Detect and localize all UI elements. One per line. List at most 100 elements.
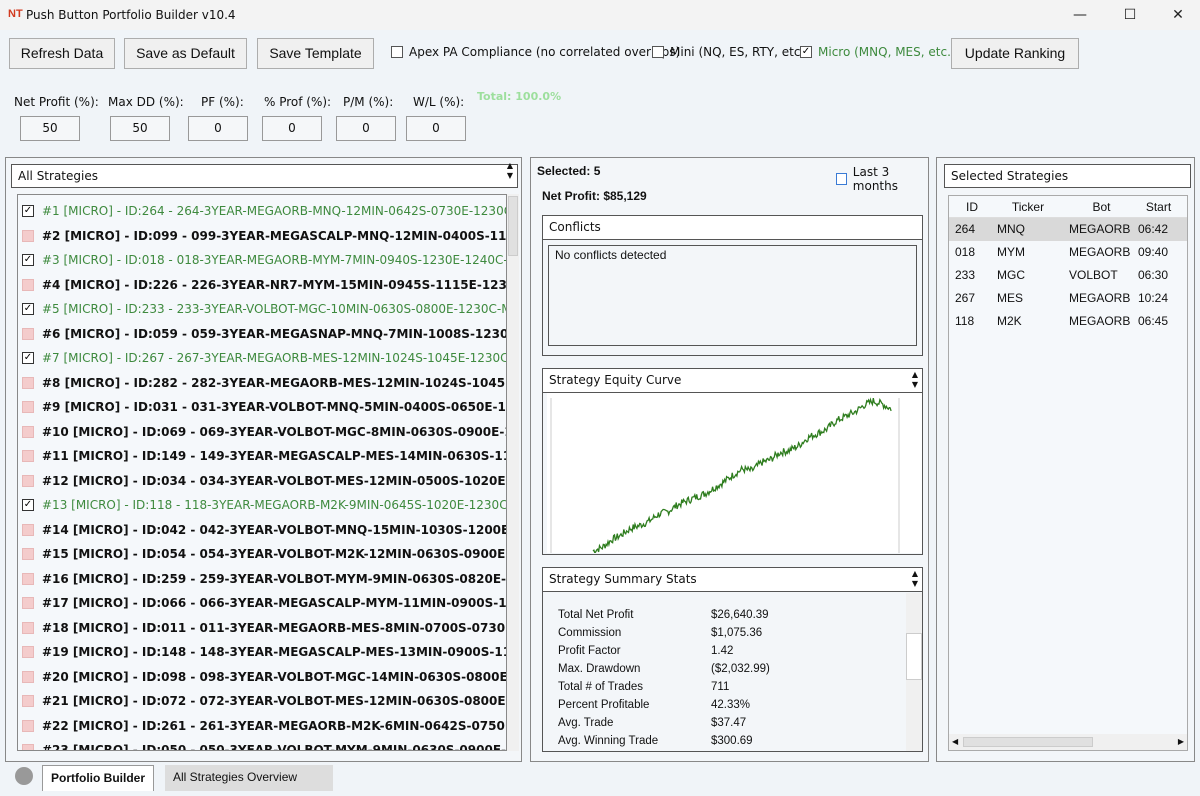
micro-checkbox[interactable]: ✓ Micro (MNQ, MES, etc.) — [800, 45, 956, 59]
strategy-item[interactable]: #20 [MICRO] - ID:098 - 098-3YEAR-VOLBOT-… — [18, 665, 506, 690]
stat-value: $26,640.39 — [711, 609, 769, 621]
strategy-item[interactable]: #8 [MICRO] - ID:282 - 282-3YEAR-MEGAORB-… — [18, 371, 506, 396]
summary-box: Strategy Summary Stats ▲ ▼ Total Net Profi… — [542, 567, 923, 752]
scroll-thumb[interactable] — [963, 737, 1093, 747]
strategy-item[interactable]: #23 [MICRO] - ID:050 - 050-3YEAR-VOLBOT-… — [18, 738, 506, 751]
sort-arrows-icon[interactable]: ▲ ▼ — [507, 161, 513, 181]
checkbox-icon[interactable] — [22, 278, 34, 291]
checkbox-icon[interactable] — [22, 695, 34, 708]
weight-input[interactable]: 0 — [406, 116, 466, 141]
checkbox-icon[interactable] — [22, 597, 34, 610]
strategy-item[interactable]: #22 [MICRO] - ID:261 - 261-3YEAR-MEGAORB… — [18, 714, 506, 739]
strategy-item[interactable]: ✓ #3 [MICRO] - ID:018 - 018-3YEAR-MEGAORB… — [18, 248, 506, 273]
column-header[interactable]: ID — [949, 196, 989, 217]
column-header[interactable]: Start — [1134, 196, 1179, 217]
strategy-item[interactable]: #16 [MICRO] - ID:259 - 259-3YEAR-VOLBOT-… — [18, 567, 506, 592]
check-icon[interactable]: ✓ — [22, 352, 34, 365]
strategy-item[interactable]: #11 [MICRO] - ID:149 - 149-3YEAR-MEGASCA… — [18, 444, 506, 469]
checkbox-icon[interactable] — [22, 523, 34, 536]
strategy-label: #13 [MICRO] - ID:118 - 118-3YEAR-MEGAORB… — [42, 498, 506, 513]
strategy-label: #23 [MICRO] - ID:050 - 050-3YEAR-VOLBOT-… — [42, 743, 506, 751]
apex-checkbox[interactable]: Apex PA Compliance (no correlated overla… — [391, 45, 680, 59]
strategy-item[interactable]: ✓ #7 [MICRO] - ID:267 - 267-3YEAR-MEGAORB… — [18, 346, 506, 371]
strategy-item[interactable]: #15 [MICRO] - ID:054 - 054-3YEAR-VOLBOT-… — [18, 542, 506, 567]
table-row[interactable]: 264 MNQ MEGAORB 06:42 — [949, 218, 1187, 241]
check-icon[interactable]: ✓ — [22, 205, 34, 218]
table-cell: 118 — [955, 314, 975, 328]
tab-portfolio-builder[interactable]: Portfolio Builder — [42, 765, 154, 791]
sort-arrows-icon[interactable]: ▲ ▼ — [912, 569, 918, 589]
scroll-thumb[interactable] — [906, 633, 922, 680]
maximize-button[interactable]: ☐ — [1110, 4, 1150, 26]
checkbox-icon[interactable] — [22, 670, 34, 683]
selected-strategies-panel: Selected Strategies ID Ticker Bot Start 264… — [936, 157, 1195, 762]
checkbox-icon[interactable] — [22, 327, 34, 340]
strategy-item[interactable]: #12 [MICRO] - ID:034 - 034-3YEAR-VOLBOT-… — [18, 469, 506, 494]
strategy-item[interactable]: #4 [MICRO] - ID:226 - 226-3YEAR-NR7-MYM-… — [18, 273, 506, 298]
close-button[interactable]: ✕ — [1158, 4, 1198, 26]
last-3-months-checkbox[interactable]: Last 3 months — [836, 165, 928, 193]
checkbox-icon[interactable] — [22, 548, 34, 561]
mini-checkbox[interactable]: Mini (NQ, ES, RTY, etc.) — [652, 45, 809, 59]
tab-all-strategies-overview[interactable]: All Strategies Overview — [165, 765, 333, 791]
weight-input[interactable]: 50 — [110, 116, 170, 141]
minimize-button[interactable]: — — [1060, 4, 1100, 26]
stats-scrollbar[interactable] — [906, 593, 922, 751]
strategy-item[interactable]: #17 [MICRO] - ID:066 - 066-3YEAR-MEGASCA… — [18, 591, 506, 616]
checkbox-icon[interactable] — [22, 425, 34, 438]
weight-input[interactable]: 0 — [188, 116, 248, 141]
strategy-item[interactable]: #6 [MICRO] - ID:059 - 059-3YEAR-MEGASNAP… — [18, 322, 506, 347]
checkbox-icon[interactable] — [22, 719, 34, 732]
weight-input[interactable]: 0 — [336, 116, 396, 141]
table-cell: 264 — [955, 222, 976, 236]
strategy-label: #6 [MICRO] - ID:059 - 059-3YEAR-MEGASNAP… — [42, 326, 506, 341]
checkbox-icon[interactable] — [22, 744, 34, 750]
table-cell: MES — [997, 291, 1024, 305]
weight-input[interactable]: 50 — [20, 116, 80, 141]
column-header[interactable]: Bot — [1059, 196, 1134, 217]
strategy-label: #21 [MICRO] - ID:072 - 072-3YEAR-VOLBOT-… — [42, 694, 506, 709]
save-default-button[interactable]: Save as Default — [124, 38, 247, 69]
table-row[interactable]: 118 M2K MEGAORB 06:45 — [949, 310, 1187, 333]
scroll-thumb[interactable] — [508, 196, 518, 256]
scroll-right-icon[interactable]: ▶ — [1178, 734, 1184, 750]
mini-label: Mini (NQ, ES, RTY, etc.) — [670, 45, 809, 59]
refresh-data-button[interactable]: Refresh Data — [9, 38, 115, 69]
strategy-item[interactable]: ✓ #13 [MICRO] - ID:118 - 118-3YEAR-MEGAOR… — [18, 493, 506, 518]
stat-value: 1.42 — [711, 645, 734, 657]
strategy-label: #2 [MICRO] - ID:099 - 099-3YEAR-MEGASCAL… — [42, 228, 506, 243]
weight-input[interactable]: 0 — [262, 116, 322, 141]
strategy-item[interactable]: #2 [MICRO] - ID:099 - 099-3YEAR-MEGASCAL… — [18, 224, 506, 249]
list-scrollbar[interactable] — [507, 194, 519, 751]
checkbox-icon[interactable] — [22, 376, 34, 389]
strategy-label: #15 [MICRO] - ID:054 - 054-3YEAR-VOLBOT-… — [42, 547, 506, 562]
strategy-item[interactable]: ✓ #1 [MICRO] - ID:264 - 264-3YEAR-MEGAORB… — [18, 199, 506, 224]
strategy-item[interactable]: #14 [MICRO] - ID:042 - 042-3YEAR-VOLBOT-… — [18, 518, 506, 543]
checkbox-icon[interactable] — [22, 474, 34, 487]
checkbox-icon[interactable] — [22, 621, 34, 634]
checkbox-icon[interactable] — [22, 646, 34, 659]
strategy-item[interactable]: #10 [MICRO] - ID:069 - 069-3YEAR-VOLBOT-… — [18, 420, 506, 445]
save-template-button[interactable]: Save Template — [257, 38, 374, 69]
table-h-scrollbar[interactable]: ◀ ▶ — [949, 734, 1187, 750]
strategy-label: #16 [MICRO] - ID:259 - 259-3YEAR-VOLBOT-… — [42, 571, 506, 586]
checkbox-icon[interactable] — [22, 450, 34, 463]
checkbox-icon[interactable] — [22, 401, 34, 414]
strategy-item[interactable]: ✓ #5 [MICRO] - ID:233 - 233-3YEAR-VOLBOT-… — [18, 297, 506, 322]
stat-value: $1,075.36 — [711, 627, 763, 639]
checkbox-icon[interactable] — [22, 572, 34, 585]
strategy-item[interactable]: #21 [MICRO] - ID:072 - 072-3YEAR-VOLBOT-… — [18, 689, 506, 714]
check-icon[interactable]: ✓ — [22, 499, 34, 512]
column-header[interactable]: Ticker — [989, 196, 1059, 217]
table-row[interactable]: 233 MGC VOLBOT 06:30 — [949, 264, 1187, 287]
sort-arrows-icon[interactable]: ▲ ▼ — [912, 370, 918, 390]
strategy-item[interactable]: #18 [MICRO] - ID:011 - 011-3YEAR-MEGAORB… — [18, 616, 506, 641]
strategy-item[interactable]: #19 [MICRO] - ID:148 - 148-3YEAR-MEGASCA… — [18, 640, 506, 665]
table-row[interactable]: 018 MYM MEGAORB 09:40 — [949, 241, 1187, 264]
update-ranking-button[interactable]: Update Ranking — [951, 38, 1079, 69]
check-icon[interactable]: ✓ — [22, 303, 34, 316]
checkbox-icon[interactable] — [22, 229, 34, 242]
strategy-item[interactable]: #9 [MICRO] - ID:031 - 031-3YEAR-VOLBOT-M… — [18, 395, 506, 420]
table-row[interactable]: 267 MES MEGAORB 10:24 — [949, 287, 1187, 310]
check-icon[interactable]: ✓ — [22, 254, 34, 267]
